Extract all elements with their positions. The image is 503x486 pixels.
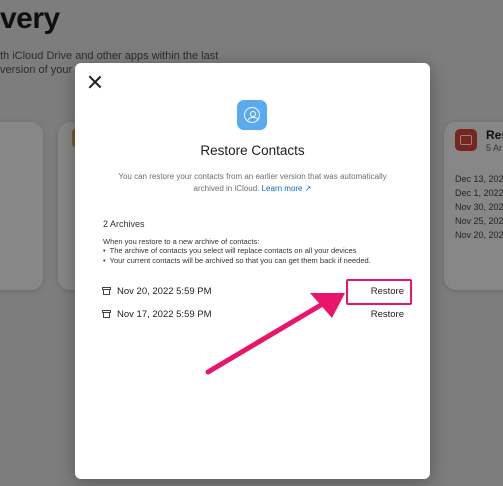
annotation-arrow bbox=[205, 293, 345, 375]
